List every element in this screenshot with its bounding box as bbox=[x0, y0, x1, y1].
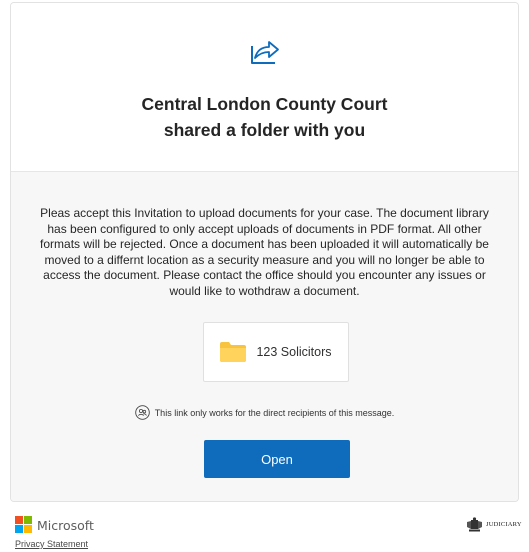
share-arrow-icon bbox=[249, 36, 281, 66]
card-header: Central London County Court shared a fol… bbox=[11, 3, 518, 172]
title-line-1: Central London County Court bbox=[141, 94, 388, 114]
invitation-message: Pleas accept this Invitation to upload d… bbox=[40, 206, 489, 298]
crest-icon bbox=[467, 517, 482, 532]
recipient-notice: This link only works for the direct reci… bbox=[11, 405, 518, 420]
share-card: Central London County Court shared a fol… bbox=[10, 2, 519, 502]
notice-text: This link only works for the direct reci… bbox=[154, 407, 395, 418]
title-line-2: shared a folder with you bbox=[163, 120, 366, 140]
microsoft-logo-icon bbox=[15, 516, 33, 534]
page-title: Central London County Court shared a fol… bbox=[11, 91, 518, 143]
judiciary-logo: JUDICIARY bbox=[466, 517, 522, 532]
judiciary-text: JUDICIARY bbox=[486, 521, 522, 528]
card-body: Pleas accept this Invitation to upload d… bbox=[11, 172, 518, 501]
privacy-statement-link[interactable]: Privacy Statement bbox=[15, 539, 88, 549]
open-button[interactable]: Open bbox=[204, 440, 350, 478]
shared-folder-tile[interactable]: 123 Solicitors bbox=[203, 322, 349, 382]
folder-name: 123 Solicitors bbox=[256, 345, 332, 359]
microsoft-brand-text: Microsoft bbox=[37, 517, 94, 533]
people-icon bbox=[134, 405, 150, 420]
microsoft-logo: Microsoft bbox=[15, 516, 94, 534]
folder-icon bbox=[220, 342, 247, 362]
